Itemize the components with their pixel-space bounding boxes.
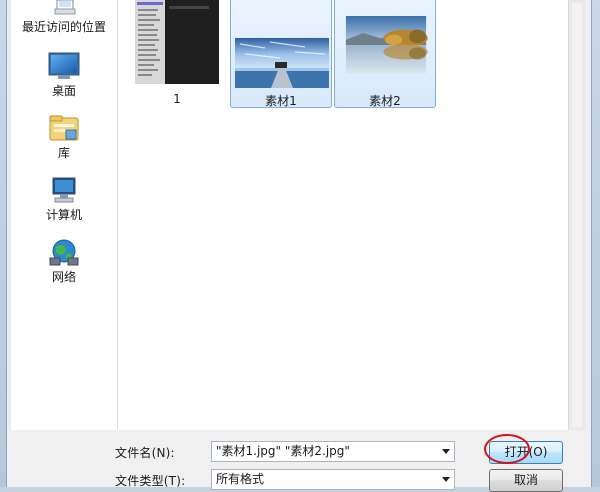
computer-icon bbox=[52, 177, 76, 203]
chevron-down-icon[interactable] bbox=[442, 449, 450, 454]
highlight-ring-annotation bbox=[484, 434, 530, 464]
file-name: 1 bbox=[173, 92, 181, 106]
nav-item-computer[interactable]: 计算机 bbox=[11, 176, 117, 223]
nav-item-desktop[interactable]: 桌面 bbox=[11, 52, 117, 99]
nav-item-label: 最近访问的位置 bbox=[21, 20, 106, 34]
file-list-scrollbar[interactable] bbox=[568, 0, 586, 430]
file-list[interactable]: 1 素材1 素材2 bbox=[118, 0, 568, 430]
lake-photo-thumbnail bbox=[345, 16, 428, 74]
recent-places-icon bbox=[54, 0, 76, 15]
navigation-pane: 最近访问的位置 桌面 库 计算机 网络 bbox=[7, 0, 118, 430]
file-item-sucai1[interactable]: 素材1 bbox=[230, 0, 332, 108]
nav-item-label: 桌面 bbox=[51, 84, 76, 98]
file-item-1[interactable]: 1 bbox=[126, 0, 228, 108]
scrollbar-track[interactable] bbox=[572, 3, 582, 427]
file-name: 素材2 bbox=[369, 94, 401, 108]
window-frame-right bbox=[591, 0, 600, 487]
chevron-down-icon[interactable] bbox=[442, 477, 450, 482]
network-icon bbox=[49, 239, 79, 266]
filename-combobox[interactable]: "素材1.jpg" "素材2.jpg" bbox=[211, 441, 455, 462]
window-frame-left bbox=[0, 0, 7, 487]
filename-label: 文件名(N): bbox=[115, 446, 175, 460]
filetype-value: 所有格式 bbox=[216, 472, 265, 486]
nav-item-label: 计算机 bbox=[45, 208, 82, 222]
open-file-dialog: 最近访问的位置 桌面 库 计算机 网络 1 素材1 素材2 文件名(N): "素… bbox=[7, 0, 591, 492]
file-item-sucai2[interactable]: 素材2 bbox=[334, 0, 436, 108]
nav-item-label: 库 bbox=[57, 146, 70, 160]
library-icon bbox=[49, 115, 79, 141]
file-name: 素材1 bbox=[265, 94, 297, 108]
nav-item-library[interactable]: 库 bbox=[11, 114, 117, 161]
filetype-label: 文件类型(T): bbox=[115, 474, 186, 488]
filename-value: "素材1.jpg" "素材2.jpg" bbox=[216, 444, 350, 458]
nav-item-network[interactable]: 网络 bbox=[11, 238, 117, 285]
nav-item-recent-places[interactable]: 最近访问的位置 bbox=[11, 0, 117, 35]
screenshot-thumbnail bbox=[135, 0, 219, 84]
cancel-button[interactable]: 取消 bbox=[489, 469, 563, 492]
pier-photo-thumbnail bbox=[235, 38, 329, 88]
desktop-icon bbox=[48, 52, 80, 79]
nav-item-label: 网络 bbox=[51, 270, 76, 284]
